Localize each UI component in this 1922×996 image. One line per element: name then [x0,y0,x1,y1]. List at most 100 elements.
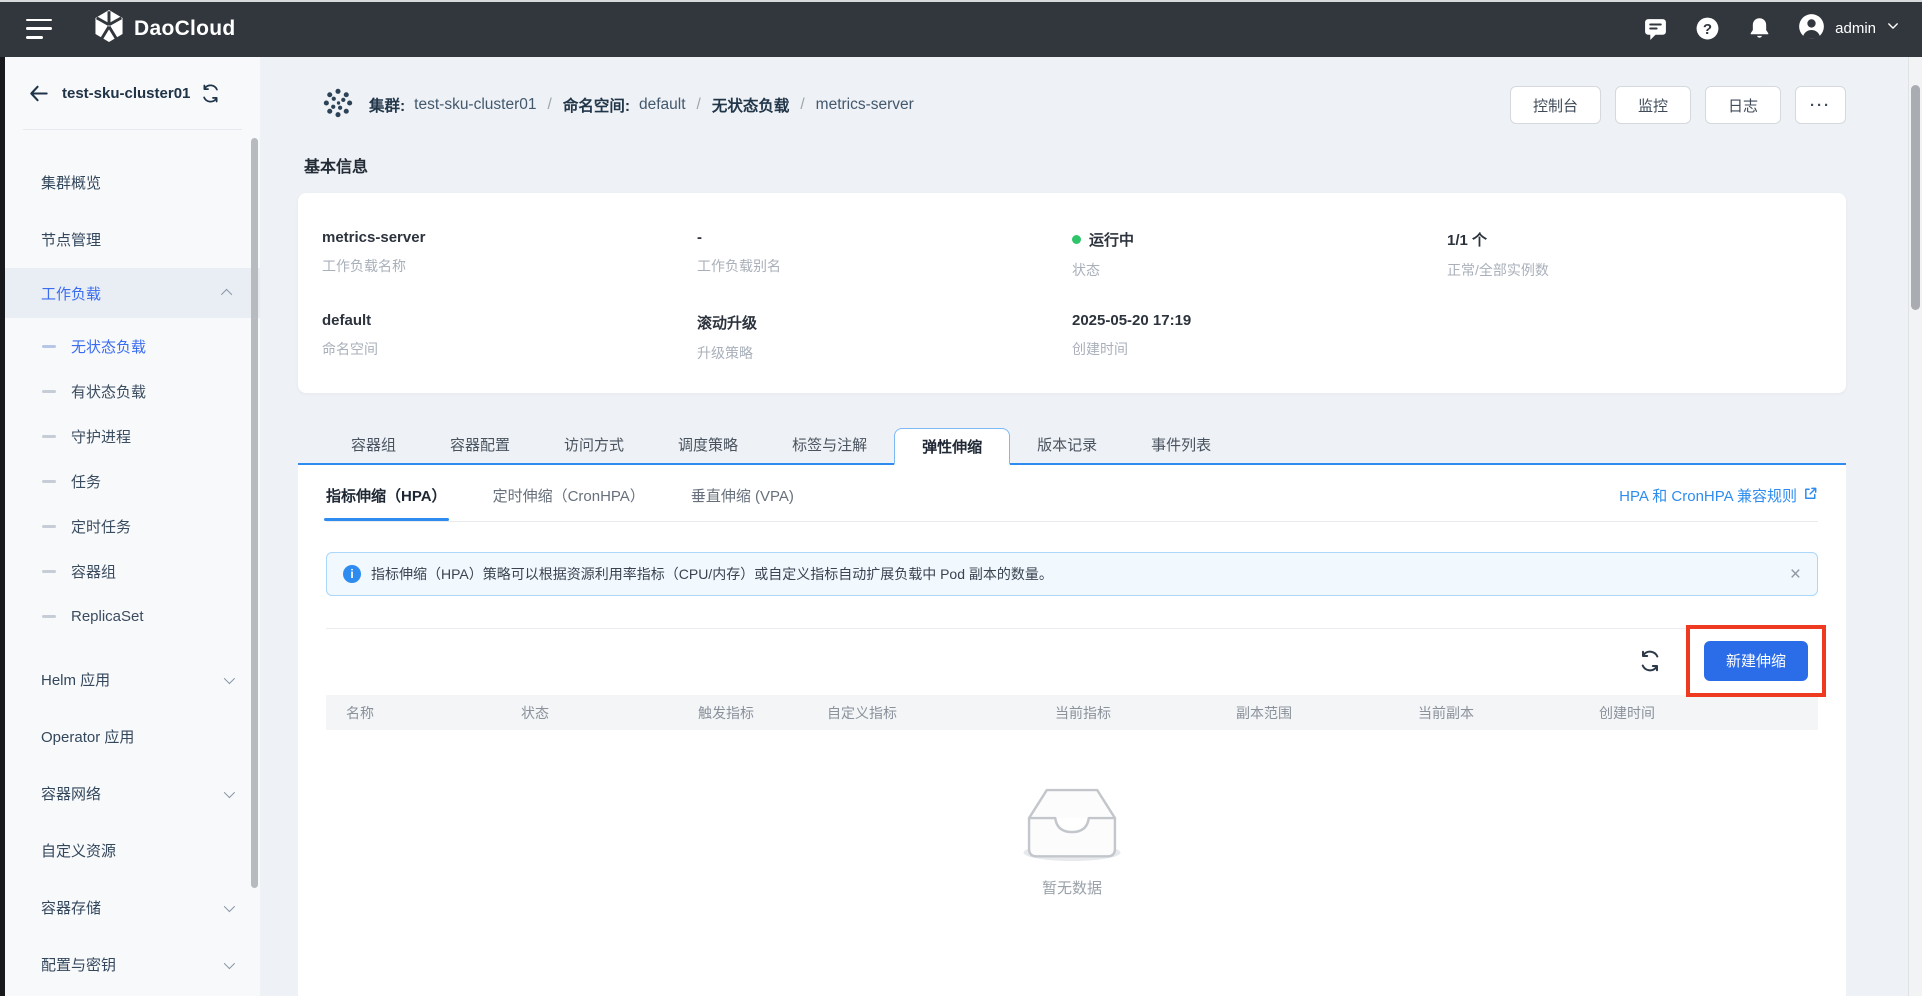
alert-close-icon[interactable]: × [1790,565,1801,584]
monitor-button[interactable]: 监控 [1615,86,1691,124]
autoscaling-panel: 指标伸缩（HPA） 定时伸缩（CronHPA） 垂直伸缩 (VPA) HPA 和… [298,465,1846,996]
sidebar-item-custom-resources[interactable]: 自定义资源 [5,822,260,879]
breadcrumb-cluster-value[interactable]: test-sku-cluster01 [414,96,536,114]
alert-text: 指标伸缩（HPA）策略可以根据资源利用率指标（CPU/内存）或自定义指标自动扩展… [371,564,1053,584]
brand-name: DaoCloud [134,17,236,41]
create-hpa-button[interactable]: 新建伸缩 [1704,641,1808,681]
tab-labels-annotations[interactable]: 标签与注解 [765,426,894,463]
status-dot [1072,235,1081,244]
tab-autoscaling[interactable]: 弹性伸缩 [894,428,1010,465]
breadcrumb: 集群: test-sku-cluster01 / 命名空间: default /… [298,85,914,126]
hpa-compat-rules-link[interactable]: HPA 和 CronHPA 兼容规则 [1619,485,1818,521]
empty-state: 暂无数据 [298,774,1846,898]
field-workload-alias: - 工作负载别名 [697,229,1072,280]
sidebar-item-operator-apps[interactable]: Operator 应用 [5,708,260,765]
tab-pods[interactable]: 容器组 [324,426,423,463]
daocloud-logo-icon [94,10,124,47]
help-icon[interactable]: ? [1694,16,1720,42]
col-current-metric: 当前指标 [1035,703,1216,723]
app-root: DaoCloud ? [0,0,1922,996]
basic-info-title: 基本信息 [304,153,1846,177]
sidebar-item-cluster-overview[interactable]: 集群概览 [5,154,260,211]
hpa-toolbar: 新建伸缩 [326,628,1818,692]
field-instances: 1/1 个 正常/全部实例数 [1447,229,1822,280]
dash-icon [42,570,56,573]
more-actions-button[interactable]: ··· [1795,86,1846,124]
sidebar-item-daemonsets[interactable]: 守护进程 [5,414,260,459]
sidebar-item-container-network[interactable]: 容器网络 [5,765,260,822]
logs-button[interactable]: 日志 [1705,86,1781,124]
hpa-info-alert: i 指标伸缩（HPA）策略可以根据资源利用率指标（CPU/内存）或自定义指标自动… [326,552,1818,596]
user-name: admin [1835,20,1876,37]
subtab-hpa[interactable]: 指标伸缩（HPA） [326,485,447,521]
field-empty [1447,312,1822,363]
page-scrollbar[interactable] [1908,57,1922,996]
topbar: DaoCloud ? [0,0,1922,57]
sidebar-nav: 集群概览 节点管理 工作负载 无状态负载 有状态负载 守护进程 任务 定时任务 … [5,130,260,993]
brand-logo[interactable]: DaoCloud [94,10,236,47]
tab-container-config[interactable]: 容器配置 [423,426,537,463]
sidebar-item-deployments[interactable]: 无状态负载 [5,324,260,369]
page-scrollbar-thumb[interactable] [1911,85,1920,310]
sidebar-item-helm-apps[interactable]: Helm 应用 [5,651,260,708]
sidebar-item-node-management[interactable]: 节点管理 [5,211,260,268]
breadcrumb-cluster-label: 集群: [369,94,405,116]
sidebar-item-cronjobs[interactable]: 定时任务 [5,504,260,549]
sidebar-item-replicaset[interactable]: ReplicaSet [5,594,260,639]
sidebar-header: test-sku-cluster01 [5,57,260,129]
sidebar-scrollbar[interactable] [251,138,258,888]
col-created-time: 创建时间 [1579,703,1818,723]
col-name: 名称 [326,703,501,723]
hpa-table-header: 名称 状态 触发指标 自定义指标 当前指标 副本范围 当前副本 创建时间 [326,695,1818,730]
breadcrumb-workload-type[interactable]: 无状态负载 [712,94,790,116]
empty-text: 暂无数据 [1042,877,1102,898]
tab-event-list[interactable]: 事件列表 [1124,426,1238,463]
sidebar-item-statefulsets[interactable]: 有状态负载 [5,369,260,414]
tab-version-history[interactable]: 版本记录 [1010,426,1124,463]
dash-icon [42,345,56,348]
message-icon[interactable] [1642,16,1668,42]
breadcrumb-separator: / [695,96,703,114]
col-trigger-metric: 触发指标 [678,703,807,723]
user-menu[interactable]: admin [1798,13,1900,45]
chevron-down-icon [224,900,235,911]
refresh-icon[interactable] [1638,649,1662,673]
detail-tabs: 容器组 容器配置 访问方式 调度策略 标签与注解 弹性伸缩 版本记录 事件列表 [298,426,1846,465]
tab-scheduling-policy[interactable]: 调度策略 [651,426,765,463]
breadcrumb-namespace-label: 命名空间: [563,94,630,116]
dash-icon [42,435,56,438]
col-status: 状态 [501,703,678,723]
tab-access-method[interactable]: 访问方式 [537,426,651,463]
workloads-submenu: 无状态负载 有状态负载 守护进程 任务 定时任务 容器组 ReplicaSet [5,324,260,639]
sidebar-item-pods[interactable]: 容器组 [5,549,260,594]
breadcrumb-namespace-value[interactable]: default [639,96,686,114]
field-namespace: default 命名空间 [322,312,697,363]
sidebar-item-config-secrets[interactable]: 配置与密钥 [5,936,260,993]
sidebar-item-workloads[interactable]: 工作负载 [5,268,260,318]
page-actions: 控制台 监控 日志 ··· [1510,86,1846,124]
subtab-vpa[interactable]: 垂直伸缩 (VPA) [691,485,794,521]
external-link-icon [1803,486,1818,505]
target-annotation-box: 新建伸缩 [1686,625,1826,697]
col-current-replicas: 当前副本 [1398,703,1579,723]
back-button[interactable] [27,82,50,105]
sidebar: test-sku-cluster01 集群概览 节点管理 工作负载 无状态负 [5,57,260,996]
empty-inbox-icon [1016,774,1128,869]
menu-toggle-button[interactable] [26,19,52,39]
chevron-down-icon [224,786,235,797]
chevron-down-icon [1886,19,1900,38]
col-custom-metric: 自定义指标 [807,703,1035,723]
status-badge: 运行中 [1089,229,1134,250]
main-content: 集群: test-sku-cluster01 / 命名空间: default /… [260,57,1908,996]
console-button[interactable]: 控制台 [1510,86,1601,124]
bell-icon[interactable] [1746,16,1772,42]
info-icon: i [343,565,361,583]
subtab-cronhpa[interactable]: 定时伸缩（CronHPA） [493,485,645,521]
field-status: 运行中 状态 [1072,229,1447,280]
cluster-switch-icon[interactable] [200,83,221,104]
chevron-down-icon [224,957,235,968]
cluster-name: test-sku-cluster01 [62,85,190,102]
sidebar-item-container-storage[interactable]: 容器存储 [5,879,260,936]
sidebar-item-jobs[interactable]: 任务 [5,459,260,504]
dash-icon [42,390,56,393]
